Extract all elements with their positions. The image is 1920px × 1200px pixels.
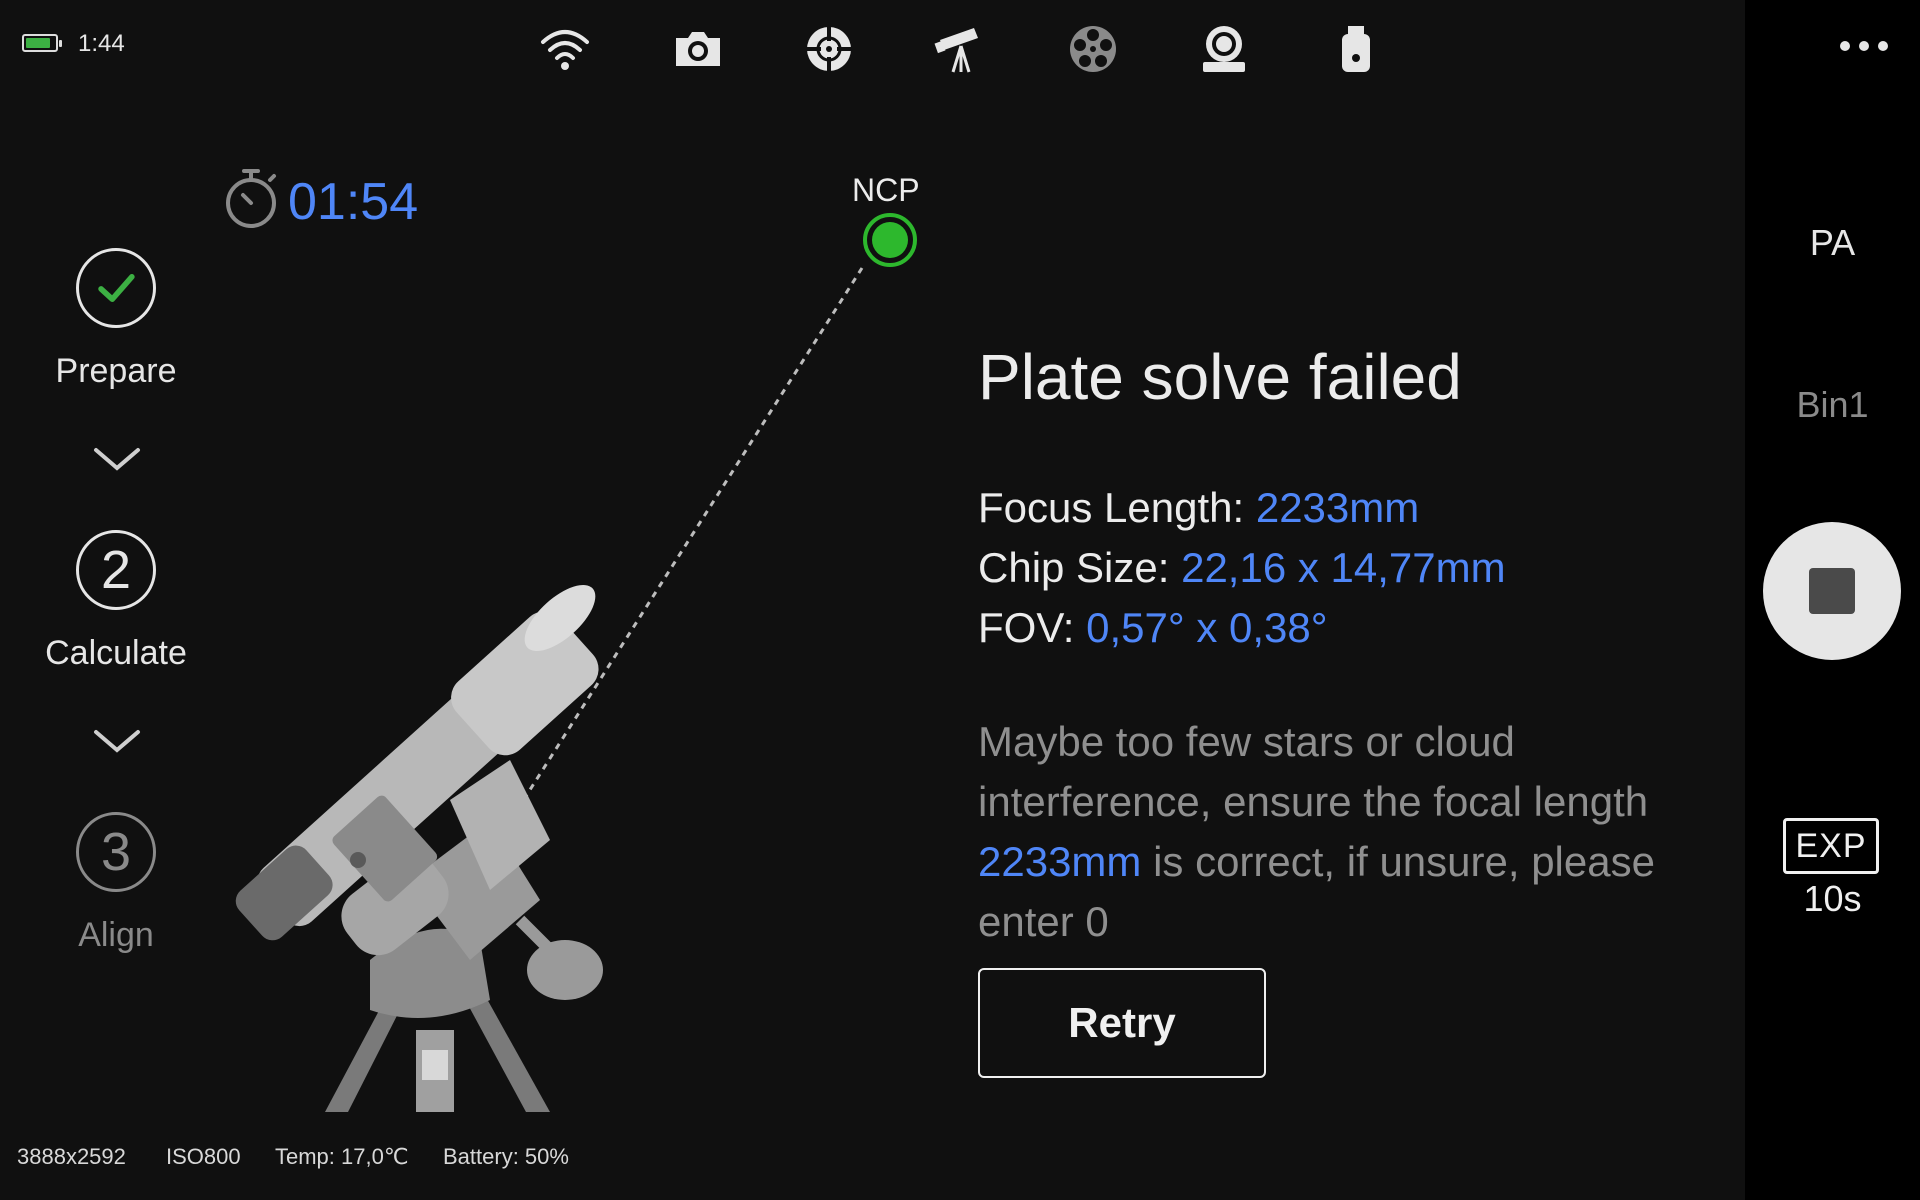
result-title: Plate solve failed xyxy=(978,341,1462,413)
retry-button[interactable]: Retry xyxy=(978,968,1266,1078)
chevron-down-icon xyxy=(92,444,142,474)
chip-size-label: Chip Size: xyxy=(978,544,1182,591)
more-options-icon[interactable] xyxy=(1833,28,1895,64)
resolution-info: 3888x2592 xyxy=(17,1144,126,1169)
chip-size-row: Chip Size: 22,16 x 14,77mm xyxy=(978,544,1506,592)
fov-label: FOV: xyxy=(978,604,1087,651)
mode-label[interactable]: PA xyxy=(1745,222,1920,264)
filter-wheel-icon[interactable] xyxy=(1066,22,1120,76)
focus-length-label: Focus Length: xyxy=(978,484,1256,531)
focus-length-value: 2233mm xyxy=(1255,484,1420,531)
message-focal-length: 2233mm xyxy=(978,838,1142,885)
temperature-info: Temp: 17,0℃ xyxy=(275,1144,409,1169)
status-bar xyxy=(0,0,1745,90)
stop-icon xyxy=(1809,568,1855,614)
exposure-value[interactable]: 10s xyxy=(1745,878,1920,920)
binning-selector[interactable]: Bin1 xyxy=(1745,384,1920,426)
exposure-badge[interactable]: EXP xyxy=(1783,818,1879,874)
step-align-number: 3 xyxy=(76,812,156,892)
focuser-icon[interactable] xyxy=(1197,22,1251,76)
usb-drive-icon[interactable] xyxy=(1329,22,1383,76)
message-text: Maybe too few stars or cloud interferenc… xyxy=(978,718,1649,825)
clock: 1:44 xyxy=(78,30,125,57)
fov-value: 0,57° x 0,38° xyxy=(1086,604,1328,651)
focus-length-row: Focus Length: 2233mm xyxy=(978,484,1419,532)
step-prepare-label: Prepare xyxy=(55,352,177,390)
step-calculate-number: 2 xyxy=(76,530,156,610)
chevron-down-icon xyxy=(92,726,142,756)
chip-size-value: 22,16 x 14,77mm xyxy=(1181,544,1506,591)
battery-info: Battery: 50% xyxy=(443,1144,569,1169)
wifi-icon[interactable] xyxy=(538,22,592,76)
iso-info: ISO800 xyxy=(166,1144,241,1169)
stop-button[interactable] xyxy=(1763,522,1901,660)
telescope-scene xyxy=(235,213,917,1112)
pointing-line xyxy=(496,267,864,841)
step-prepare-done-icon xyxy=(76,248,156,328)
focus-target-icon[interactable] xyxy=(802,22,856,76)
step-calculate-label: Calculate xyxy=(45,634,187,672)
step-align-label: Align xyxy=(78,916,154,954)
error-message: Maybe too few stars or cloud interferenc… xyxy=(978,712,1718,952)
fov-row: FOV: 0,57° x 0,38° xyxy=(978,604,1328,652)
battery-icon xyxy=(22,34,62,52)
camera-icon[interactable] xyxy=(671,22,725,76)
telescope-icon[interactable] xyxy=(934,22,988,76)
ncp-marker-dot xyxy=(872,222,908,258)
